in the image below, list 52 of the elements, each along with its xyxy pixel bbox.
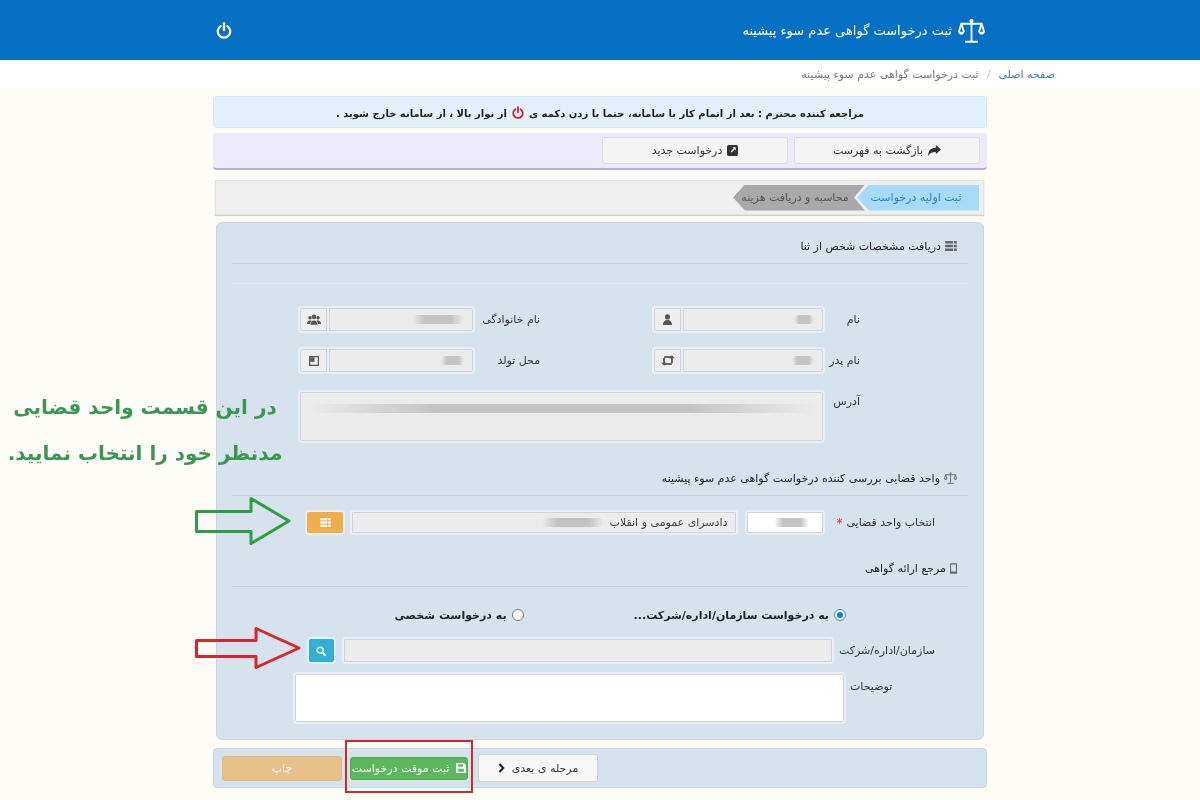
list-icon — [319, 518, 331, 527]
section-title: مرجع ارائه گواهی — [865, 561, 946, 575]
radio-label[interactable]: به درخواست شخصی — [394, 608, 507, 622]
section-title: دریافت مشخصات شخص از ثنا — [800, 239, 941, 253]
input-field[interactable]: دادسرای عمومی و انقلاب — [350, 510, 739, 535]
breadcrumb-link[interactable]: صفحه اصلی — [998, 67, 1055, 81]
chevron-icon — [497, 763, 505, 773]
required-mark: * — [836, 515, 843, 530]
list-button[interactable] — [305, 510, 346, 535]
external-link-icon — [727, 145, 739, 156]
input-field[interactable] — [683, 306, 826, 333]
next-step-button[interactable]: مرحله ی بعدی — [478, 754, 598, 782]
layout-icon — [308, 355, 319, 366]
radio-button[interactable] — [511, 609, 524, 621]
field-label: آدرس — [832, 393, 860, 408]
list-icon — [945, 241, 957, 251]
callout-text: در این قسمت واحد قضایی مدنظر خود را انتخاب نمایید. — [6, 394, 284, 467]
breadcrumb-current: ثبت درخواست گواهی عدم سوء پیشینه — [801, 67, 979, 81]
field-label: محل تولد — [496, 354, 541, 367]
new-request-button[interactable]: درخواست جدید — [602, 137, 788, 164]
input-field[interactable] — [329, 306, 476, 333]
section-title: واحد قضایی بررسی کننده درخواست گواهی عدم سوء پیشینه — [661, 471, 940, 485]
search-icon — [316, 645, 327, 656]
mobile-icon — [950, 562, 957, 574]
app-title: ثبت درخواست گواهی عدم سوء پیشینه — [742, 22, 952, 38]
repeat-icon — [660, 355, 675, 366]
floppy-icon — [456, 763, 467, 773]
field-label: سازمان/اداره/شرکت — [838, 644, 935, 657]
scales-icon — [958, 17, 985, 43]
input-field[interactable] — [341, 637, 834, 664]
power-icon[interactable] — [215, 21, 233, 39]
field-label: نام پدر — [827, 354, 860, 367]
field-label: انتخاب واحد قضایی — [846, 516, 935, 529]
share-icon — [928, 145, 941, 156]
field-label: توضیحات — [850, 679, 894, 693]
notice-text: مراجعه کننده محترم : بعد از اتمام کار با سامانه، حتما با زدن دکمه ی از نوار بالا ، از سامانه خارج شوید . — [336, 105, 864, 119]
text-area[interactable] — [298, 390, 826, 443]
field-label: نام — [845, 313, 860, 326]
users-icon — [306, 314, 321, 325]
input-field[interactable] — [745, 510, 826, 535]
field-label: نام خانوادگی — [481, 313, 541, 326]
radio-button[interactable] — [834, 609, 846, 621]
user-icon — [662, 314, 674, 325]
text-area[interactable] — [293, 672, 846, 724]
input-field[interactable] — [683, 347, 826, 374]
power-icon — [510, 105, 525, 119]
search-button[interactable] — [306, 637, 336, 664]
scales-icon — [944, 472, 957, 484]
breadcrumb-separator: / — [986, 67, 991, 81]
input-field[interactable] — [329, 347, 476, 374]
back-to-list-button[interactable]: بازگشت به فهرست — [794, 137, 980, 164]
radio-label[interactable]: به درخواست سازمان/اداره/شرکت... — [633, 608, 829, 622]
